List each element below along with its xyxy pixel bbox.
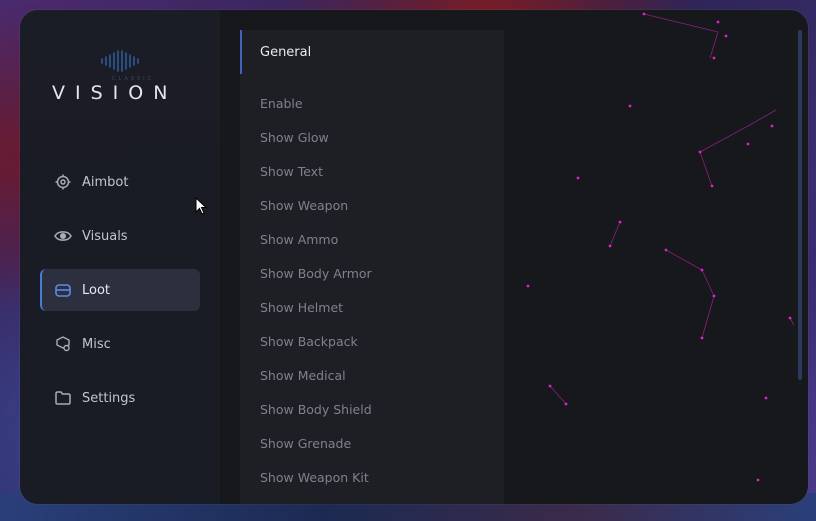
option-show-weapon-kit[interactable]: Show Weapon Kit	[260, 470, 369, 485]
soundwave-logo-icon	[101, 50, 139, 72]
option-show-grenade[interactable]: Show Grenade	[260, 436, 351, 451]
mouse-cursor-icon	[195, 197, 207, 215]
sidebar-item-settings[interactable]: Settings	[40, 377, 200, 419]
option-show-helmet[interactable]: Show Helmet	[260, 300, 343, 315]
sidebar-item-misc[interactable]: Misc	[40, 323, 200, 365]
sidebar-item-label: Aimbot	[82, 174, 129, 190]
option-enable[interactable]: Enable	[260, 96, 303, 111]
option-show-body-armor[interactable]: Show Body Armor	[260, 266, 372, 281]
app-window: CLASSIC VISION Aimbot Visuals Loot Misc …	[20, 10, 808, 504]
panel-header-general: General	[240, 30, 504, 74]
brand-title: VISION	[52, 82, 178, 104]
sidebar-item-label: Visuals	[82, 228, 128, 244]
sidebar-item-aimbot[interactable]: Aimbot	[40, 161, 200, 203]
options-panel: General Enable Show Glow Show Text Show …	[240, 30, 504, 504]
brand-logo: CLASSIC VISION	[20, 46, 220, 116]
sidebar-item-label: Loot	[82, 282, 111, 298]
particle-background	[526, 12, 794, 482]
crosshair-icon	[54, 173, 72, 191]
sidebar-item-loot[interactable]: Loot	[40, 269, 200, 311]
sidebar-item-label: Settings	[82, 390, 136, 406]
option-show-backpack[interactable]: Show Backpack	[260, 334, 358, 349]
eye-icon	[54, 227, 72, 245]
option-show-text[interactable]: Show Text	[260, 164, 323, 179]
scrollbar[interactable]	[798, 30, 802, 380]
option-show-body-shield[interactable]: Show Body Shield	[260, 402, 372, 417]
option-show-ammo[interactable]: Show Ammo	[260, 232, 338, 247]
sidebar: CLASSIC VISION Aimbot Visuals Loot Misc …	[20, 10, 220, 504]
option-show-medical[interactable]: Show Medical	[260, 368, 346, 383]
option-show-glow[interactable]: Show Glow	[260, 130, 329, 145]
folder-icon	[54, 389, 72, 407]
chest-icon	[54, 281, 72, 299]
sidebar-item-label: Misc	[82, 336, 111, 352]
sidebar-item-visuals[interactable]: Visuals	[40, 215, 200, 257]
misc-icon	[54, 335, 72, 353]
option-show-weapon[interactable]: Show Weapon	[260, 198, 348, 213]
